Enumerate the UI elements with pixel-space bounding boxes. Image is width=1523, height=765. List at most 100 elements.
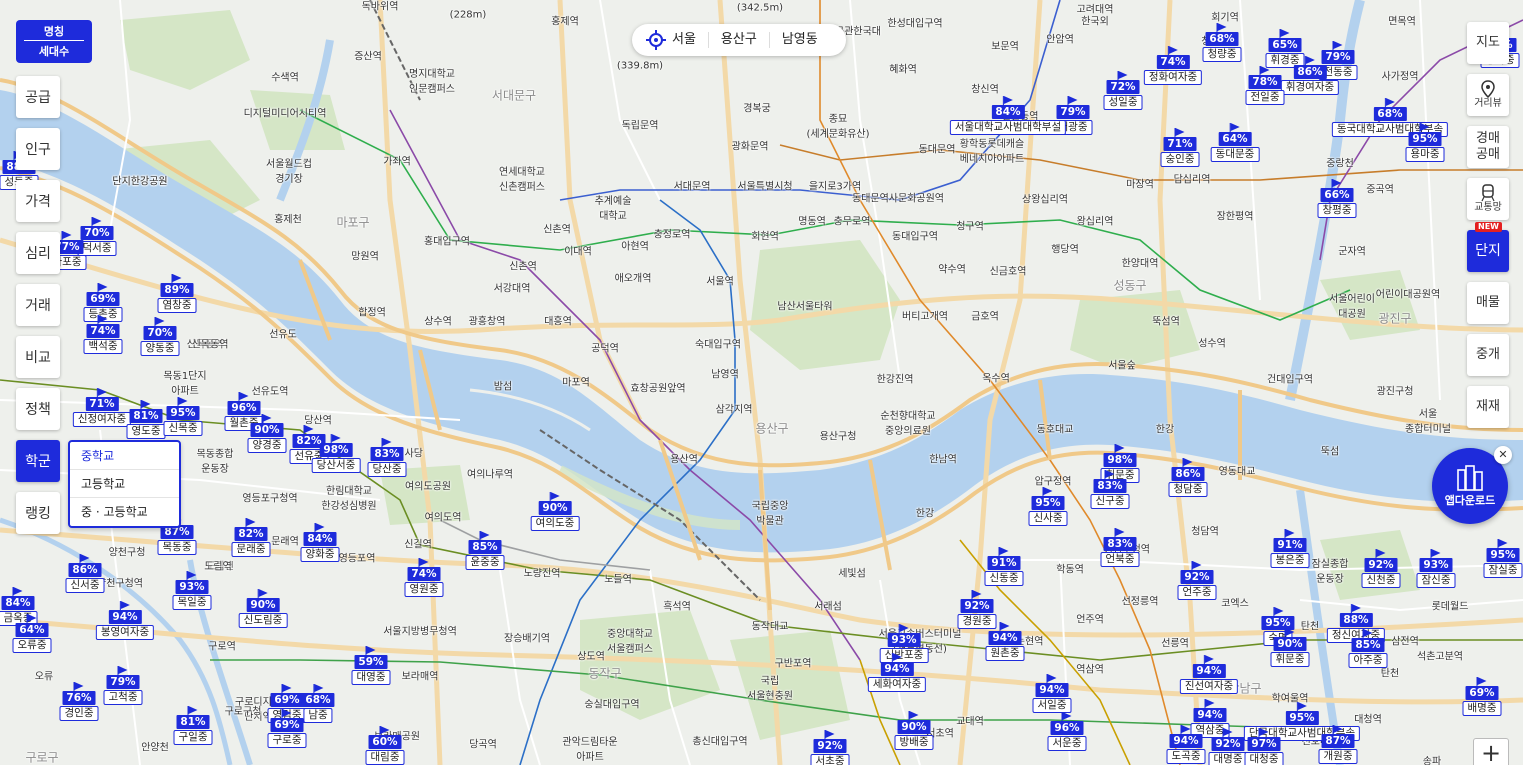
flag-icon	[1222, 728, 1233, 739]
school-marker[interactable]: 94% 서일중	[1032, 674, 1072, 713]
school-marker[interactable]: 92% 신천중	[1361, 549, 1401, 588]
school-marker[interactable]: 60% 대림중	[365, 726, 405, 765]
complex-button[interactable]: 단지	[1467, 230, 1509, 272]
school-marker[interactable]: 95% 잠실중	[1483, 539, 1523, 578]
school-marker[interactable]: 85% 아주중	[1348, 629, 1388, 668]
school-marker[interactable]: 79% 고척중	[103, 666, 143, 705]
school-marker[interactable]: 93% 목일중	[172, 571, 212, 610]
redevelop-button[interactable]: 재재	[1467, 386, 1509, 428]
menu-button-1[interactable]: 인구	[16, 128, 60, 170]
school-marker[interactable]: 70% 양동중	[140, 317, 180, 356]
school-marker[interactable]: 69% 구로중	[267, 709, 307, 748]
school-marker[interactable]: 78% 전일중	[1245, 66, 1285, 105]
menu-button-4[interactable]: 거래	[16, 284, 60, 326]
menu-button-5[interactable]: 비교	[16, 336, 60, 378]
school-marker[interactable]: 74% 백석중	[83, 315, 123, 354]
place-label: 신길역	[404, 539, 432, 551]
school-marker[interactable]: 87% 개원중	[1318, 725, 1358, 764]
school-marker[interactable]: 91% 신동중	[984, 547, 1024, 586]
school-marker[interactable]: 82% 문래중	[231, 518, 271, 557]
school-marker[interactable]: 90% 휘문중	[1270, 628, 1310, 667]
app-download-button[interactable]: 앱다운로드 ✕	[1432, 446, 1512, 524]
school-marker[interactable]: 84% 서울대학교사범대학부설	[949, 96, 1067, 135]
distance-view-button[interactable]: 거리뷰	[1467, 74, 1509, 116]
school-marker[interactable]: 93% 잠신중	[1416, 549, 1456, 588]
display-mode-toggle[interactable]: 명칭 세대수	[16, 20, 92, 63]
flag-icon	[177, 397, 188, 408]
school-marker[interactable]: 94% 도곡중	[1166, 725, 1206, 764]
school-marker[interactable]: 90% 여의도중	[530, 492, 580, 531]
school-marker[interactable]: 90% 양경중	[247, 414, 287, 453]
school-marker[interactable]: 90% 방배중	[894, 711, 934, 750]
school-marker[interactable]: 72% 성일중	[1103, 71, 1143, 110]
school-marker[interactable]: 83% 당산중	[367, 438, 407, 477]
school-marker[interactable]: 94% 봉영여자중	[95, 601, 155, 640]
menu-button-6[interactable]: 정책	[16, 388, 60, 430]
school-marker[interactable]: 81% 영도중	[126, 400, 166, 439]
place-label: 학동역	[1056, 564, 1084, 576]
place-label: 한남역	[929, 454, 957, 466]
school-marker[interactable]: 64% 오류중	[12, 614, 52, 653]
school-marker[interactable]: 98% 당산서중	[311, 434, 361, 473]
school-marker[interactable]: 95% 신목중	[163, 397, 203, 436]
map-type-button[interactable]: 지도	[1467, 22, 1509, 64]
option-middle-high-school[interactable]: 중 · 고등학교	[70, 498, 179, 526]
school-marker[interactable]: 94% 진선여자중	[1179, 655, 1239, 694]
school-marker[interactable]: 95% 용마중	[1405, 123, 1445, 162]
school-marker[interactable]: 92% 대명중	[1208, 728, 1248, 765]
option-middle-school[interactable]: 중학교	[70, 442, 179, 470]
school-marker[interactable]: 64% 동대문중	[1210, 123, 1260, 162]
school-marker[interactable]: 83% 신구중	[1090, 470, 1130, 509]
school-marker[interactable]: 91% 봉은중	[1270, 529, 1310, 568]
location-dong[interactable]: 남영동	[770, 32, 830, 48]
menu-button-3[interactable]: 심리	[16, 232, 60, 274]
school-marker[interactable]: 68% 청량중	[1202, 23, 1242, 62]
school-marker[interactable]: 92% 언주중	[1177, 561, 1217, 600]
crosshair-icon[interactable]	[646, 30, 666, 50]
location-city[interactable]: 서울	[672, 32, 709, 48]
menu-button-2[interactable]: 가격	[16, 180, 60, 222]
traffic-button[interactable]: 교통망	[1467, 178, 1509, 220]
school-marker[interactable]: 85% 윤중중	[465, 531, 505, 570]
school-level-dropdown[interactable]: 중학교 고등학교 중 · 고등학교	[68, 440, 181, 528]
broker-button[interactable]: 중개	[1467, 334, 1509, 376]
school-marker[interactable]: 59% 대영중	[351, 646, 391, 685]
school-marker[interactable]: 94% 원촌중	[985, 622, 1025, 661]
school-marker[interactable]: 96% 서운중	[1047, 712, 1087, 751]
school-marker[interactable]: 95% 신사중	[1028, 487, 1068, 526]
school-rate: 74%	[86, 324, 120, 338]
household-mode-label[interactable]: 세대수	[16, 41, 92, 61]
school-marker[interactable]: 69% 배명중	[1462, 677, 1502, 716]
school-marker[interactable]: 84% 양화중	[300, 523, 340, 562]
school-marker[interactable]: 89% 염창중	[157, 274, 197, 313]
school-marker[interactable]: 92% 서초중	[810, 730, 850, 765]
option-high-school[interactable]: 고등학교	[70, 470, 179, 498]
school-rate: 94%	[1192, 664, 1226, 678]
school-marker[interactable]: 81% 구일중	[173, 706, 213, 745]
flag-icon	[479, 531, 490, 542]
location-district[interactable]: 용산구	[709, 32, 770, 48]
school-marker[interactable]: 83% 언북중	[1100, 528, 1140, 567]
menu-button-8[interactable]: 랭킹	[16, 492, 60, 534]
zoom-in-button[interactable]: +	[1473, 738, 1509, 765]
close-icon[interactable]: ✕	[1494, 446, 1512, 464]
school-marker[interactable]: 90% 신도림중	[238, 589, 288, 628]
school-marker[interactable]: 97% 대청중	[1244, 728, 1284, 765]
school-marker[interactable]: 71% 숭인중	[1160, 128, 1200, 167]
listing-button[interactable]: 매물	[1467, 282, 1509, 324]
place-label: 서대문구	[491, 88, 537, 103]
school-marker[interactable]: 74% 영원중	[404, 558, 444, 597]
school-marker[interactable]: 74% 정화여자중	[1143, 46, 1203, 85]
school-marker[interactable]: 76% 경인중	[59, 682, 99, 721]
school-marker[interactable]: 66% 창평중	[1317, 179, 1357, 218]
auction-button[interactable]: 경매공매	[1467, 126, 1509, 168]
menu-button-7[interactable]: 학군	[16, 440, 60, 482]
school-marker[interactable]: 71% 신정여자중	[72, 388, 132, 427]
school-marker[interactable]: 86% 휘경여자중	[1280, 56, 1340, 95]
location-bar[interactable]: 서울 용산구 남영동	[632, 24, 846, 56]
school-marker[interactable]: 94% 세화여자중	[867, 653, 927, 692]
school-marker[interactable]: 86% 청담중	[1168, 458, 1208, 497]
school-marker[interactable]: 86% 신서중	[65, 554, 105, 593]
name-mode-label[interactable]: 명칭	[24, 22, 84, 41]
menu-button-0[interactable]: 공급	[16, 76, 60, 118]
